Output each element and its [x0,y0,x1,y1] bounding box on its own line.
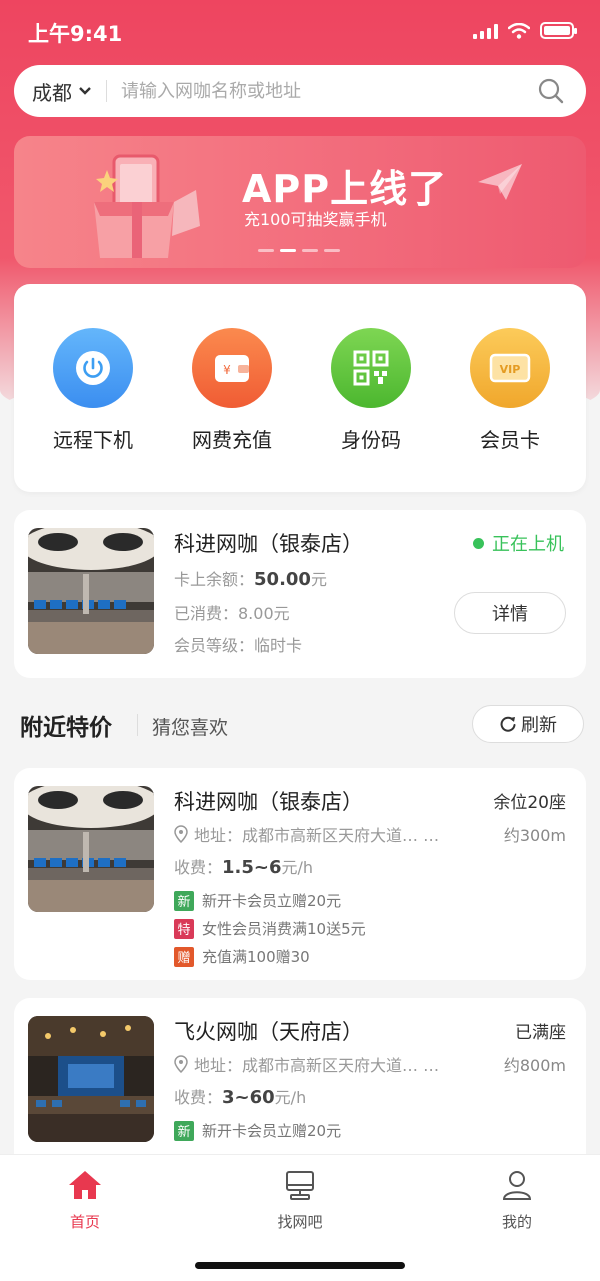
home-indicator [195,1262,405,1269]
cafe-name: 科进网咖（银泰店） [174,532,363,556]
status-time: 上午9:41 [28,22,123,46]
refresh-button[interactable]: 刷新 [472,705,584,743]
cafe-name: 科进网咖（银泰店） [174,790,363,814]
divider [137,714,138,736]
action-label: 身份码 [341,428,401,452]
seat-availability: 已满座 [515,1023,566,1043]
promo-item: 新新开卡会员立赠20元 [174,890,341,911]
cellular-signal-icon [473,23,498,39]
tab-find-cafe[interactable]: 找网吧 [240,1169,360,1232]
location-pin-icon [174,825,188,843]
power-icon [53,328,133,408]
wifi-icon [508,22,530,39]
cafe-address: 地址：成都市高新区天府大道… … [174,822,439,846]
tab-profile[interactable]: 我的 [457,1169,577,1232]
divider [106,80,107,102]
recharge-action[interactable]: ¥ 网费充值 [177,328,287,453]
action-label: 网费充值 [192,428,272,452]
gift-phone-illustration [94,154,200,258]
battery-icon [540,22,577,39]
search-input[interactable] [121,80,536,102]
banner-subtitle: 充100可抽奖赢手机 [244,210,387,229]
cafe-list-item[interactable]: 科进网咖（银泰店） 余位20座 地址：成都市高新区天府大道… … 约300m 收… [14,768,586,980]
qrcode-icon [331,328,411,408]
location-pin-icon [174,1055,188,1073]
current-session-card[interactable]: 科进网咖（银泰店） 正在上机 卡上余额：50.00元 已消费：8.00元 会员等… [14,510,586,678]
section-title: 附近特价 [20,715,112,741]
identity-code-action[interactable]: 身份码 [316,328,426,453]
quick-actions-panel: 远程下机 ¥ 网费充值 身份码 VIP 会员卡 [14,284,586,492]
user-icon [502,1171,532,1200]
seat-availability: 余位20座 [493,793,566,813]
svg-text:¥: ¥ [223,363,231,377]
wallet-icon: ¥ [192,328,272,408]
tab-label: 我的 [501,1213,532,1231]
cafe-photo [28,1016,154,1142]
refresh-icon [500,716,516,732]
promo-item: 特女性会员消费满10送5元 [174,918,366,939]
status-badge: 正在上机 [473,530,564,556]
cafe-name: 飞火网咖（天府店） [174,1020,363,1044]
city-selector[interactable]: 成都 [32,77,92,106]
carousel-indicator [258,249,340,252]
home-icon [69,1171,101,1199]
cafe-photo [28,786,154,912]
action-label: 会员卡 [480,428,540,452]
member-card-action[interactable]: VIP 会员卡 [455,328,565,453]
paper-plane-icon [478,164,522,200]
cafe-photo [28,528,154,654]
distance: 约300m [503,826,566,845]
section-subtitle: 猜您喜欢 [152,717,229,739]
search-icon[interactable] [536,76,566,106]
computer-icon [286,1171,314,1200]
card-balance: 卡上余额：50.00元 [174,569,327,590]
detail-button[interactable]: 详情 [454,592,566,634]
cafe-address: 地址：成都市高新区天府大道… … [174,1052,439,1076]
vip-card-icon: VIP [470,328,550,408]
tab-label: 首页 [69,1213,100,1231]
search-bar: 成都 [14,65,586,117]
tab-label: 找网吧 [277,1213,323,1231]
price-range: 收费：1.5~6元/h [174,857,314,878]
svg-text:VIP: VIP [500,363,521,376]
chevron-down-icon [79,87,91,95]
member-level: 会员等级：临时卡 [174,636,303,655]
promo-item: 新新开卡会员立赠20元 [174,1120,341,1141]
remote-logout-action[interactable]: 远程下机 [38,328,148,453]
city-label: 成都 [32,80,72,105]
action-label: 远程下机 [53,428,133,452]
status-icons [473,22,577,39]
distance: 约800m [503,1056,566,1075]
promo-banner[interactable]: APP上线了 充100可抽奖赢手机 [14,136,586,268]
nearby-section-header: 附近特价 猜您喜欢 刷新 [0,700,600,750]
price-range: 收费：3~60元/h [174,1087,307,1108]
tab-home[interactable]: 首页 [25,1169,145,1232]
amount-spent: 已消费：8.00元 [174,604,290,623]
banner-title: APP上线了 [242,167,448,211]
promo-item: 赠充值满100赠30 [174,946,310,967]
online-dot-icon [473,537,484,549]
status-bar: 上午9:41 [0,0,600,64]
